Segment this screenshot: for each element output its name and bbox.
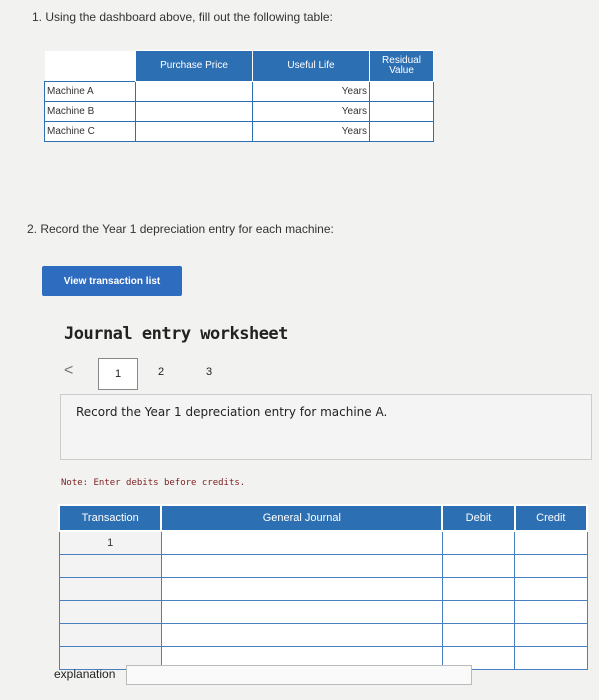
chevron-left-icon[interactable]: < <box>64 362 73 380</box>
transaction-cell <box>58 554 162 578</box>
general-journal-select[interactable] <box>160 577 443 601</box>
machine-table: Purchase Price Useful Life Residual Valu… <box>44 50 434 142</box>
purchase-price-input[interactable] <box>135 121 253 142</box>
header-useful-life: Useful Life <box>252 50 370 82</box>
residual-value-input[interactable] <box>369 81 434 102</box>
table-row: 1 <box>58 530 588 555</box>
residual-value-input[interactable] <box>369 101 434 122</box>
general-journal-select[interactable] <box>160 623 443 647</box>
row-label: Machine B <box>44 101 136 122</box>
question-1: 1. Using the dashboard above, fill out t… <box>32 10 333 24</box>
unit-label: Years <box>341 86 367 97</box>
credit-input[interactable] <box>514 577 588 601</box>
useful-life-input[interactable]: Years <box>252 81 370 102</box>
worksheet-pagination: < 1 2 3 <box>64 358 264 390</box>
table-row: Machine C Years <box>44 121 434 142</box>
table-row: Machine A Years <box>44 81 434 102</box>
transaction-cell <box>58 623 162 647</box>
debit-input[interactable] <box>441 623 516 647</box>
question-2: 2. Record the Year 1 depreciation entry … <box>27 222 334 236</box>
entry-prompt: Record the Year 1 depreciation entry for… <box>76 405 388 419</box>
page-2-tab[interactable]: 2 <box>158 366 164 378</box>
debit-input[interactable] <box>441 554 516 578</box>
general-journal-select[interactable] <box>160 600 443 624</box>
table-row <box>58 577 588 601</box>
worksheet-title: Journal entry worksheet <box>64 324 288 344</box>
row-label: Machine C <box>44 121 136 142</box>
explanation-label: explanation <box>54 667 116 681</box>
debit-input[interactable] <box>441 530 516 555</box>
header-general-journal: General Journal <box>160 504 444 532</box>
header-debit: Debit <box>441 504 516 532</box>
header-credit: Credit <box>513 504 589 532</box>
explanation-input[interactable] <box>126 665 472 685</box>
unit-label: Years <box>341 106 367 117</box>
residual-value-input[interactable] <box>369 121 434 142</box>
credit-input[interactable] <box>514 600 588 624</box>
useful-life-input[interactable]: Years <box>252 101 370 122</box>
debit-input[interactable] <box>441 600 516 624</box>
header-purchase-price: Purchase Price <box>135 50 253 82</box>
debit-input[interactable] <box>441 577 516 601</box>
credit-input[interactable] <box>514 554 588 578</box>
table-row <box>58 623 588 647</box>
useful-life-input[interactable]: Years <box>252 121 370 142</box>
view-transaction-list-button[interactable]: View transaction list <box>42 266 182 296</box>
credit-input[interactable] <box>514 646 588 670</box>
header-transaction: Transaction <box>57 504 163 532</box>
row-label: Machine A <box>44 81 136 102</box>
page-1-tab[interactable]: 1 <box>98 358 138 390</box>
header-residual-value: Residual Value <box>369 50 434 82</box>
journal-table: Transaction General Journal Debit Credit… <box>57 504 589 670</box>
entry-prompt-box: Record the Year 1 depreciation entry for… <box>60 394 592 460</box>
table-row: Machine B Years <box>44 101 434 122</box>
transaction-cell <box>58 600 162 624</box>
purchase-price-input[interactable] <box>135 101 253 122</box>
table-row <box>58 600 588 624</box>
purchase-price-input[interactable] <box>135 81 253 102</box>
transaction-cell <box>58 577 162 601</box>
credit-input[interactable] <box>514 530 588 555</box>
table-row <box>58 554 588 578</box>
transaction-cell: 1 <box>58 530 162 555</box>
note-text: Note: Enter debits before credits. <box>61 478 246 488</box>
general-journal-select[interactable] <box>160 554 443 578</box>
credit-input[interactable] <box>514 623 588 647</box>
general-journal-select[interactable] <box>160 530 443 555</box>
page-3-tab[interactable]: 3 <box>206 366 212 378</box>
unit-label: Years <box>341 126 367 137</box>
